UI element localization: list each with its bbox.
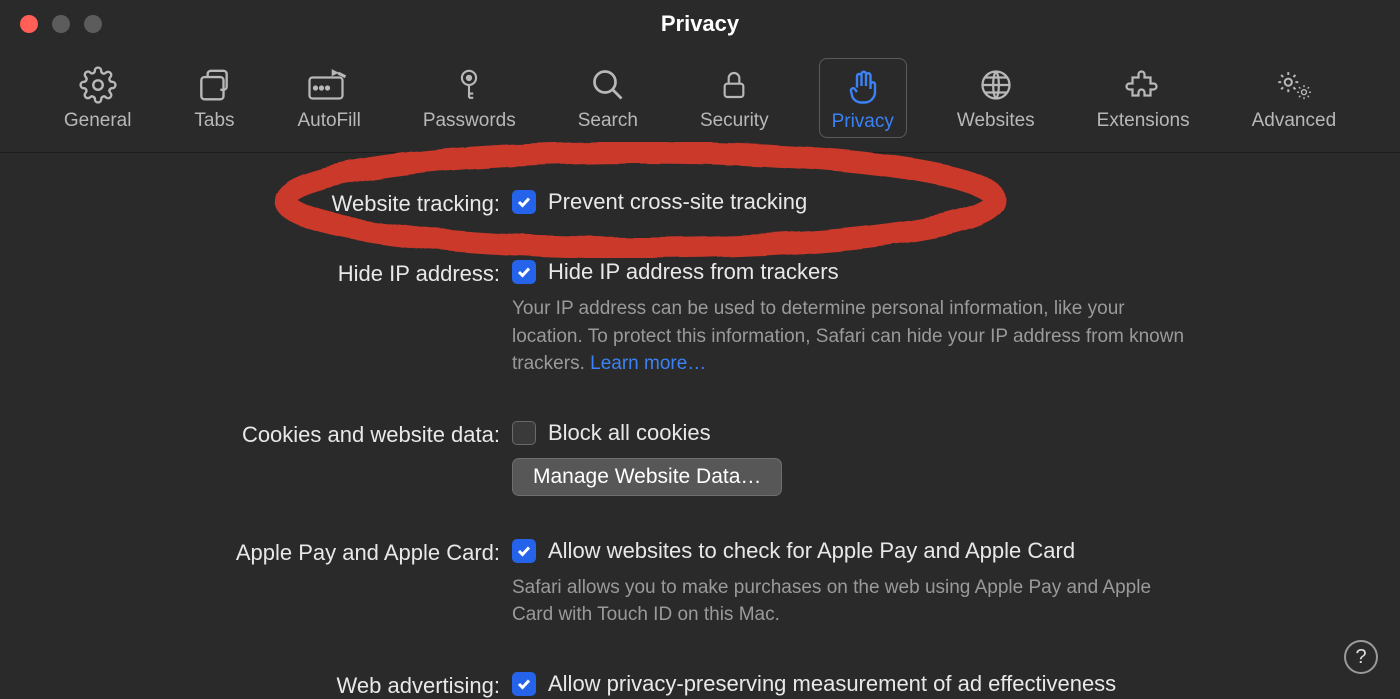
window-controls [0,15,102,33]
toolbar-label: Security [700,110,769,132]
apple-pay-checkbox[interactable] [512,539,536,563]
zoom-window-button[interactable] [84,15,102,33]
toolbar-label: Websites [957,110,1035,132]
toolbar-tab-security[interactable]: Security [688,58,781,138]
hide-ip-checkbox[interactable] [512,260,536,284]
manage-website-data-button[interactable]: Manage Website Data… [512,458,782,496]
block-all-cookies-label: Block all cookies [548,420,711,446]
key-icon [448,64,490,106]
globe-icon [975,64,1017,106]
toolbar-label: Passwords [423,110,516,132]
lock-icon [713,64,755,106]
web-advertising-option-label: Allow privacy-preserving measurement of … [548,671,1116,697]
web-advertising-checkbox[interactable] [512,672,536,696]
block-all-cookies-checkbox[interactable] [512,421,536,445]
toolbar-label: Privacy [832,111,894,133]
search-icon [587,64,629,106]
toolbar-tab-passwords[interactable]: Passwords [411,58,528,138]
help-button[interactable]: ? [1344,640,1378,674]
toolbar-label: Advanced [1252,110,1337,132]
toolbar-tab-general[interactable]: General [52,58,144,138]
window-titlebar: Privacy [0,0,1400,48]
cookies-row: Cookies and website data: Block all cook… [60,420,1340,496]
hide-ip-option-label: Hide IP address from trackers [548,259,839,285]
gear-icon [77,64,119,106]
prevent-cross-site-tracking-label: Prevent cross-site tracking [548,189,807,215]
web-advertising-label: Web advertising: [60,671,512,699]
autofill-icon [308,64,350,106]
apple-pay-option-label: Allow websites to check for Apple Pay an… [548,538,1075,564]
toolbar-tab-autofill[interactable]: AutoFill [285,58,372,138]
gears-icon [1273,64,1315,106]
apple-pay-row: Apple Pay and Apple Card: Allow websites… [60,538,1340,629]
toolbar-tab-privacy[interactable]: Privacy [819,58,907,138]
toolbar-label: AutoFill [297,110,360,132]
cookies-label: Cookies and website data: [60,420,512,448]
toolbar-tab-advanced[interactable]: Advanced [1240,58,1349,138]
apple-pay-description: Safari allows you to make purchases on t… [512,574,1192,629]
help-icon: ? [1355,646,1366,669]
toolbar-tab-search[interactable]: Search [566,58,650,138]
toolbar-label: General [64,110,132,132]
apple-pay-label: Apple Pay and Apple Card: [60,538,512,566]
tabs-icon [193,64,235,106]
toolbar-tab-tabs[interactable]: Tabs [181,58,247,138]
window-title: Privacy [0,11,1400,37]
toolbar-label: Extensions [1097,110,1190,132]
website-tracking-label: Website tracking: [60,189,512,217]
toolbar-label: Tabs [194,110,234,132]
hide-ip-learn-more-link[interactable]: Learn more… [590,353,706,374]
prevent-cross-site-tracking-checkbox[interactable] [512,190,536,214]
hide-ip-label: Hide IP address: [60,259,512,287]
hand-icon [842,65,884,107]
toolbar-tab-websites[interactable]: Websites [945,58,1047,138]
hide-ip-description: Your IP address can be used to determine… [512,295,1192,378]
web-advertising-row: Web advertising: Allow privacy-preservin… [60,671,1340,699]
privacy-settings-panel: Website tracking: Prevent cross-site tra… [0,153,1400,699]
close-window-button[interactable] [20,15,38,33]
puzzle-icon [1122,64,1164,106]
preferences-toolbar: General Tabs AutoFill Passwords Search S… [0,48,1400,153]
minimize-window-button[interactable] [52,15,70,33]
toolbar-tab-extensions[interactable]: Extensions [1085,58,1202,138]
toolbar-label: Search [578,110,638,132]
hide-ip-row: Hide IP address: Hide IP address from tr… [60,259,1340,378]
website-tracking-row: Website tracking: Prevent cross-site tra… [60,189,1340,217]
